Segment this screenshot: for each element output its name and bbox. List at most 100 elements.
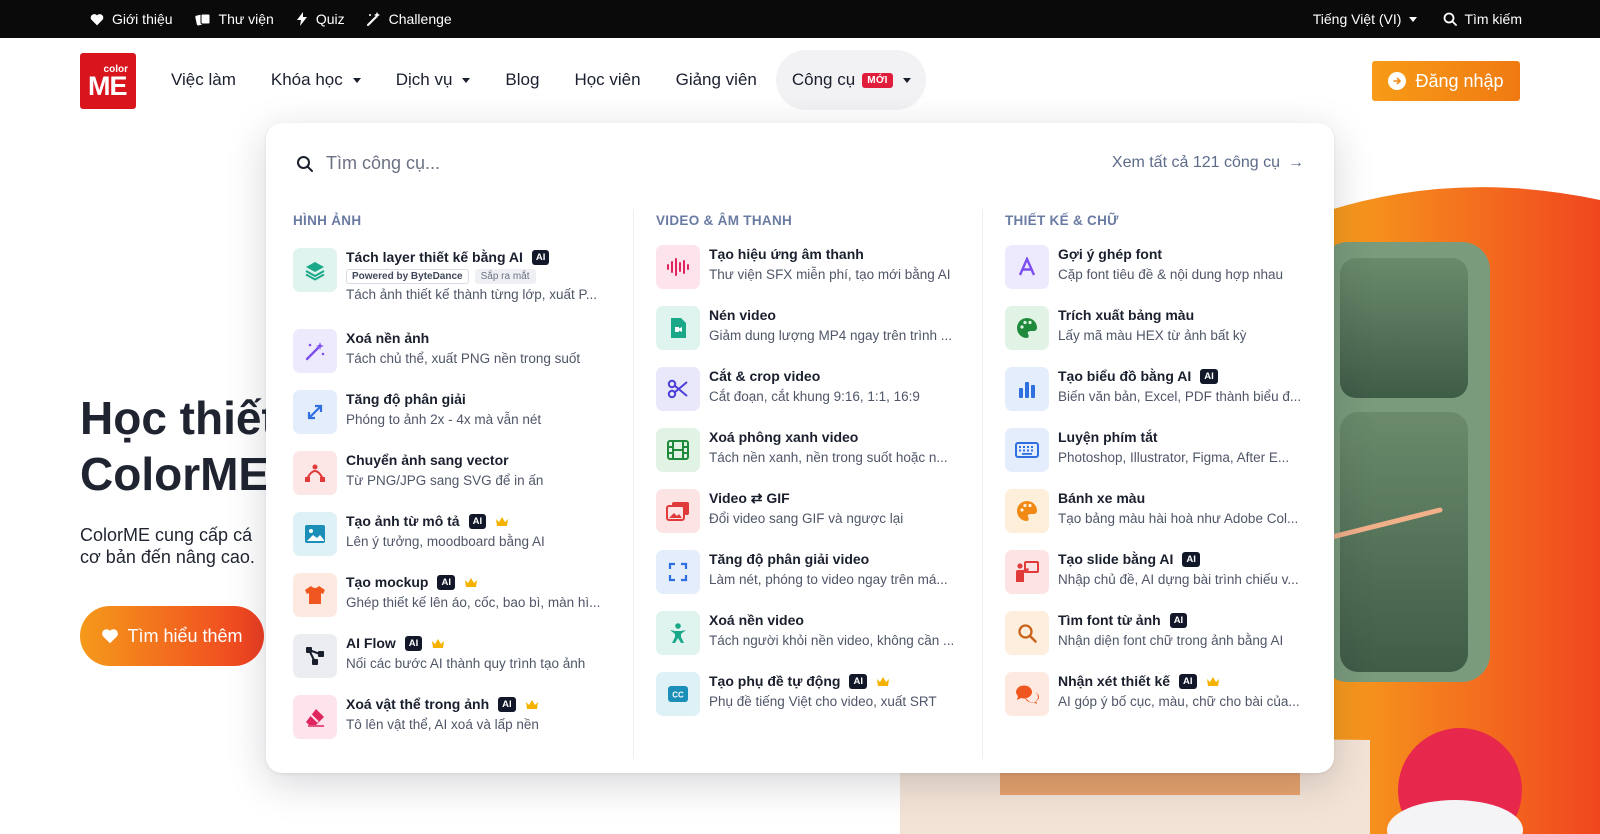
- nav-students[interactable]: Học viên: [574, 70, 640, 90]
- tool-title: Nén video: [709, 307, 776, 323]
- tool-upscale-video[interactable]: Tăng độ phân giải video Làm nét, phóng t…: [656, 550, 948, 594]
- tool-video-gif[interactable]: Video ⇄ GIF Đổi video sang GIF và ngược …: [656, 489, 903, 533]
- nav-teachers[interactable]: Giảng viên: [676, 70, 757, 90]
- tool-description: Nhập chủ đề, AI dựng bài trình chiếu v..…: [1058, 572, 1299, 587]
- hero-description: ColorME cung cấp cá cơ bản đến nâng cao.: [80, 524, 270, 568]
- nav-blog[interactable]: Blog: [505, 70, 539, 90]
- login-button[interactable]: Đăng nhập: [1372, 61, 1520, 101]
- tool-title: Tạo ảnh từ mô tả: [346, 513, 460, 529]
- tool-title: Bánh xe màu: [1058, 490, 1146, 506]
- tool-design-review[interactable]: Nhận xét thiết kế AI AI góp ý bố cục, màu…: [1005, 672, 1300, 716]
- fullscreen-icon: [656, 550, 700, 594]
- nav-tools[interactable]: Công cụ MỚI: [792, 70, 911, 90]
- tool-description: Lên ý tưởng, moodboard bằng AI: [346, 534, 545, 549]
- nav-courses[interactable]: Khóa học: [271, 70, 361, 90]
- crown-icon: [432, 638, 445, 648]
- tool-description: Photoshop, Illustrator, Figma, After E..…: [1058, 450, 1290, 465]
- tool-description: Từ PNG/JPG sang SVG để in ấn: [346, 473, 544, 488]
- tool-font-pairing[interactable]: Gợi ý ghép font Cặp font tiêu đề & nội d…: [1005, 245, 1283, 289]
- login-arrow-icon: [1388, 72, 1407, 90]
- magic-wand-icon: [293, 329, 337, 373]
- tool-object-remove[interactable]: Xoá vật thể trong ảnh AI Tô lên vật thể, …: [293, 695, 539, 739]
- nav-jobs[interactable]: Việc làm: [171, 70, 236, 90]
- film-icon: [656, 428, 700, 472]
- column-divider: [633, 209, 634, 759]
- keyboard-icon: [1005, 428, 1049, 472]
- tool-remove-video-bg[interactable]: Xoá nền video Tách người khỏi nền video,…: [656, 611, 954, 655]
- palette-icon: [1005, 306, 1049, 350]
- tool-auto-subtitles[interactable]: CC Tạo phụ đề tự động AI Phụ đề tiếng Việ…: [656, 672, 937, 716]
- tools-dropdown: Tìm công cụ... Xem tất cả 121 công cụ → …: [266, 123, 1334, 773]
- tool-palette-extract[interactable]: Trích xuất bảng màu Lấy mã màu HEX từ ản…: [1005, 306, 1246, 350]
- topbar-link-quiz[interactable]: Quiz: [296, 11, 345, 27]
- hero-title: Học thiết ColorME: [80, 390, 270, 502]
- tool-description: Phụ đề tiếng Việt cho video, xuất SRT: [709, 694, 937, 709]
- coming-soon-tag: Sắp ra mắt: [474, 269, 536, 284]
- chevron-down-icon: [902, 77, 911, 83]
- topbar-link-label: Quiz: [315, 11, 345, 27]
- nav-services-label: Dịch vụ: [395, 70, 453, 89]
- tool-title: Nhận xét thiết kế: [1058, 673, 1171, 689]
- tool-ai-slides[interactable]: Tạo slide bằng AI AI Nhập chủ đề, AI dựng…: [1005, 550, 1299, 594]
- ai-badge: AI: [1169, 612, 1188, 628]
- layers-icon: [293, 248, 337, 292]
- column-divider: [982, 209, 983, 759]
- column-heading-images: HÌNH ẢNH: [293, 213, 362, 228]
- tool-shortcut-practice[interactable]: Luyện phím tắt Photoshop, Illustrator, F…: [1005, 428, 1289, 472]
- search-icon: [1444, 12, 1458, 26]
- topbar-link-intro[interactable]: Giới thiệu: [90, 11, 173, 27]
- tool-description: Ghép thiết kế lên áo, cốc, bao bì, màn h…: [346, 595, 601, 610]
- arrow-right-icon: →: [1288, 154, 1304, 171]
- learn-more-button[interactable]: Tìm hiểu thêm: [80, 606, 264, 666]
- tool-title: Tìm font từ ảnh: [1058, 612, 1161, 628]
- hero-desc-line: ColorME cung cấp cá: [80, 525, 253, 545]
- tool-sound-effects[interactable]: Tạo hiệu ứng âm thanh Thư viện SFX miễn …: [656, 245, 951, 289]
- search-icon: [297, 155, 313, 172]
- ai-badge: AI: [1179, 673, 1197, 689]
- bar-chart-icon: [1005, 367, 1049, 411]
- magic-wand-icon: [366, 12, 380, 26]
- tool-ai-chart[interactable]: Tạo biểu đồ bằng AI AI Biến văn bản, Exce…: [1005, 367, 1301, 411]
- tool-vectorize[interactable]: Chuyển ảnh sang vector Từ PNG/JPG sang S…: [293, 451, 543, 495]
- column-heading-design: THIẾT KẾ & CHỮ: [1005, 213, 1119, 228]
- letter-a-icon: [1005, 245, 1049, 289]
- tool-title: Xoá nền ảnh: [346, 330, 430, 346]
- topbar-link-library[interactable]: Thư viện: [194, 11, 274, 27]
- tool-title: Xoá phông xanh video: [709, 429, 859, 445]
- ai-badge: AI: [498, 696, 516, 712]
- tool-color-wheel[interactable]: Bánh xe màu Tạo bảng màu hài hoà như Ado…: [1005, 489, 1298, 533]
- hero-title-line: Học thiết: [80, 392, 270, 444]
- tool-description: Tách nền xanh, nền trong suốt hoặc n...: [709, 450, 948, 465]
- person-icon: [656, 611, 700, 655]
- tool-search-placeholder: Tìm công cụ...: [326, 153, 441, 173]
- tool-cut-crop[interactable]: Cắt & crop video Cắt đoạn, cắt khung 9:1…: [656, 367, 920, 411]
- tool-title: Chuyển ảnh sang vector: [346, 452, 509, 468]
- tool-mockup[interactable]: Tạo mockup AI Ghép thiết kế lên áo, cốc, …: [293, 573, 600, 617]
- tool-title: Tạo slide bằng AI: [1058, 551, 1174, 567]
- tool-description: Làm nét, phóng to video ngay trên má...: [709, 572, 948, 587]
- tool-ai-flow[interactable]: AI Flow AI Nối các bước AI thành quy trìn…: [293, 634, 585, 678]
- ai-badge: AI: [531, 249, 550, 265]
- tool-font-finder[interactable]: Tìm font từ ảnh AI Nhận diện font chữ tro…: [1005, 611, 1283, 655]
- see-all-tools-link[interactable]: Xem tất cả 121 công cụ →: [1112, 154, 1304, 172]
- heart-icon: [102, 629, 119, 644]
- tool-text-to-image[interactable]: Tạo ảnh từ mô tả AI Lên ý tưởng, moodboar…: [293, 512, 545, 556]
- logo[interactable]: color ME: [80, 53, 136, 109]
- tool-upscale[interactable]: Tăng độ phân giải Phóng to ảnh 2x - 4x m…: [293, 390, 541, 434]
- tool-search-input[interactable]: Tìm công cụ...: [296, 153, 440, 174]
- tool-compress-video[interactable]: Nén video Giảm dung lượng MP4 ngay trên …: [656, 306, 952, 350]
- tool-layer-split[interactable]: Tách layer thiết kế bằng AI AI Powered by…: [293, 248, 597, 302]
- tool-title: Tăng độ phân giải: [346, 391, 466, 407]
- topbar-search[interactable]: Tìm kiếm: [1443, 11, 1522, 27]
- topbar-link-label: Challenge: [388, 11, 452, 27]
- tool-green-screen[interactable]: Xoá phông xanh video Tách nền xanh, nền …: [656, 428, 948, 472]
- tool-remove-bg[interactable]: Xoá nền ảnh Tách chủ thể, xuất PNG nền t…: [293, 329, 580, 373]
- bezier-icon: [293, 451, 337, 495]
- language-selector[interactable]: Tiếng Việt (VI): [1313, 11, 1418, 27]
- nav-services[interactable]: Dịch vụ: [396, 70, 471, 90]
- video-file-icon: [656, 306, 700, 350]
- chevron-down-icon: [462, 77, 471, 83]
- tool-title: Xoá vật thể trong ảnh: [346, 696, 490, 712]
- image-icon: [293, 512, 337, 556]
- topbar-link-challenge[interactable]: Challenge: [366, 11, 452, 27]
